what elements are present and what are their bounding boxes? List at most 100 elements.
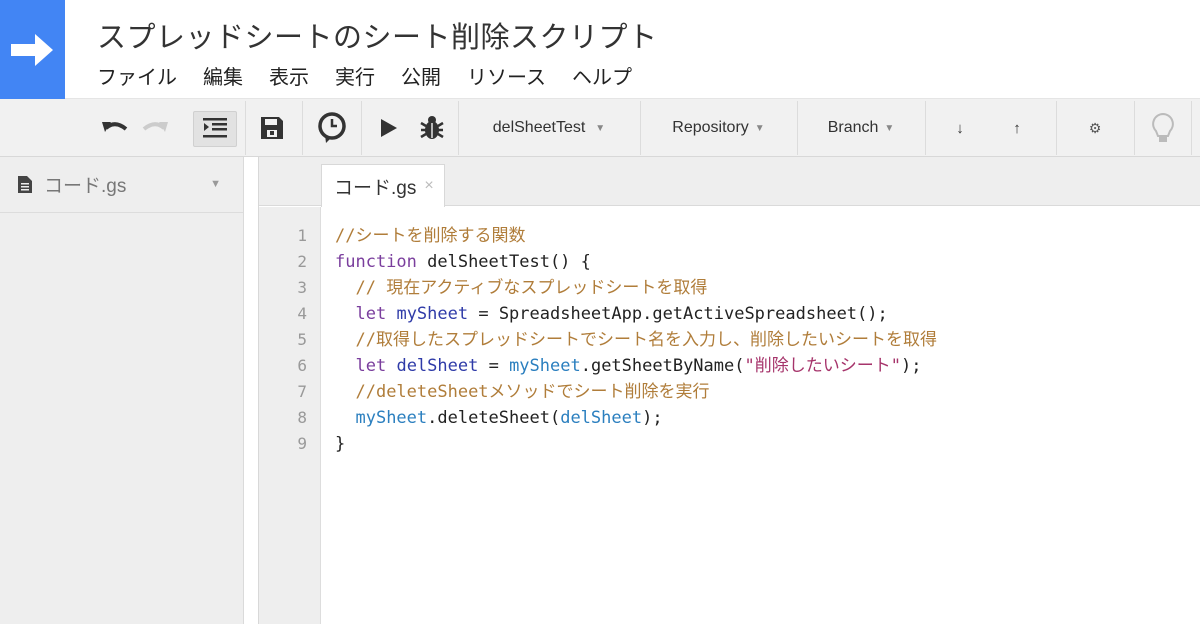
code-token: // 現在アクティブなスプレッドシートを取得 (355, 278, 708, 298)
file-icon (18, 176, 32, 193)
line-number: 7 (297, 382, 307, 401)
line-number: 1 (297, 226, 307, 245)
chevron-down-icon[interactable]: ▼ (210, 178, 221, 190)
line-number: 4 (297, 304, 307, 323)
indent-button[interactable] (193, 99, 237, 157)
code-line: // 現在アクティブなスプレッドシートを取得 (335, 275, 707, 301)
undo-button[interactable] (98, 99, 132, 157)
branch-dropdown[interactable]: Branch ▼ (798, 99, 924, 157)
code-token: let (355, 356, 387, 376)
menu-publish[interactable]: 公開 (401, 61, 441, 90)
chevron-down-icon: ▼ (884, 122, 895, 134)
debug-button[interactable] (412, 99, 452, 157)
line-number: 6 (297, 356, 307, 375)
tab-label: コード.gs (334, 177, 417, 199)
code-line: //シートを削除する関数 (335, 223, 525, 249)
file-name: コード.gs (44, 176, 127, 197)
app-header: スプレッドシートのシート削除スクリプト ファイル 編集 表示 実行 公開 リソー… (0, 0, 1200, 99)
menu-run[interactable]: 実行 (335, 61, 375, 90)
file-list-item[interactable]: コード.gs ▼ (0, 157, 243, 213)
save-button[interactable] (252, 99, 292, 157)
code-token: ); (642, 408, 663, 428)
code-token: .getSheetByName( (580, 356, 745, 376)
toolbar: delSheetTest ▼ Repository ▼ Branch ▼ ↓ ↑… (0, 99, 1200, 157)
menu-view[interactable]: 表示 (269, 61, 309, 90)
function-select-value: delSheetTest (492, 119, 586, 136)
chevron-down-icon: ▼ (754, 122, 765, 134)
save-icon (261, 117, 283, 139)
bug-icon (420, 116, 444, 139)
project-title[interactable]: スプレッドシートのシート削除スクリプト (97, 14, 658, 56)
clock-icon (318, 112, 346, 143)
code-token: mySheet (355, 408, 428, 428)
code-token: //取得したスプレッドシートでシート名を入力し、削除したいシートを取得 (355, 330, 937, 350)
hint-button[interactable] (1135, 99, 1190, 157)
code-token: "削除したいシート" (744, 356, 901, 376)
line-number: 8 (297, 408, 307, 427)
code-line: //取得したスプレッドシートでシート名を入力し、削除したいシートを取得 (335, 327, 937, 353)
code-line: //deleteSheetメソッドでシート削除を実行 (335, 379, 710, 405)
line-number-gutter: 1 2 3 4 5 6 7 8 9 (259, 207, 321, 624)
toolbar-divider (302, 101, 303, 155)
code-token: //deleteSheetメソッドでシート削除を実行 (355, 382, 710, 402)
repository-label: Repository (672, 119, 749, 136)
app-logo[interactable] (0, 0, 65, 99)
toolbar-divider (361, 101, 362, 155)
menu-edit[interactable]: 編集 (203, 61, 243, 90)
code-token: ); (900, 356, 922, 376)
code-line: } (335, 431, 345, 457)
code-token: .deleteSheet( (427, 408, 561, 428)
push-button[interactable]: ↑ (997, 99, 1037, 157)
line-number: 2 (297, 252, 307, 271)
lightbulb-icon (1151, 112, 1174, 142)
code-line: function delSheetTest() { (335, 249, 591, 275)
pane-splitter[interactable] (245, 157, 258, 624)
tab-code-gs[interactable]: コード.gs × (321, 164, 445, 207)
code-token: delSheetTest() { (416, 252, 591, 272)
menu-bar: ファイル 編集 表示 実行 公開 リソース ヘルプ (97, 61, 658, 90)
triggers-button[interactable] (310, 99, 354, 157)
code-token: = SpreadsheetApp.getActiveSpreadsheet(); (468, 304, 888, 324)
function-select[interactable]: delSheetTest ▼ (459, 99, 639, 157)
line-number: 3 (297, 278, 307, 297)
chevron-down-icon: ▼ (595, 122, 606, 134)
code-line: let delSheet = mySheet.getSheetByName("削… (335, 353, 921, 379)
run-button[interactable] (372, 99, 406, 157)
line-number: 5 (297, 330, 307, 349)
repository-dropdown[interactable]: Repository ▼ (641, 99, 796, 157)
redo-button[interactable] (138, 99, 172, 157)
editor-tab-strip: コード.gs × (259, 157, 1200, 207)
code-token: //シートを削除する関数 (335, 226, 526, 246)
menu-resources[interactable]: リソース (467, 61, 546, 90)
toolbar-divider (245, 101, 246, 155)
file-sidebar: コード.gs ▼ (0, 157, 244, 624)
code-token: function (335, 252, 417, 272)
menu-file[interactable]: ファイル (97, 61, 177, 90)
gear-icon: ⚙ (1088, 119, 1102, 136)
code-token: mySheet (396, 304, 469, 324)
arrow-up-icon: ↑ (1013, 119, 1021, 137)
menu-help[interactable]: ヘルプ (572, 61, 632, 90)
code-line: mySheet.deleteSheet(delSheet); (335, 405, 663, 431)
close-icon[interactable]: × (424, 177, 433, 195)
pull-button[interactable]: ↓ (940, 99, 980, 157)
toolbar-divider (1191, 101, 1192, 155)
code-token: delSheet (560, 408, 643, 428)
redo-icon (142, 122, 168, 132)
settings-button[interactable]: ⚙ (1057, 99, 1133, 157)
code-token: mySheet (509, 356, 581, 376)
branch-label: Branch (827, 119, 879, 136)
code-token: } (335, 434, 346, 454)
arrow-down-icon: ↓ (956, 119, 964, 137)
code-area[interactable]: //シートを削除する関数 function delSheetTest() { //… (322, 207, 1200, 624)
code-token: delSheet (396, 356, 479, 376)
indent-icon (203, 118, 227, 138)
line-number: 9 (297, 434, 307, 453)
